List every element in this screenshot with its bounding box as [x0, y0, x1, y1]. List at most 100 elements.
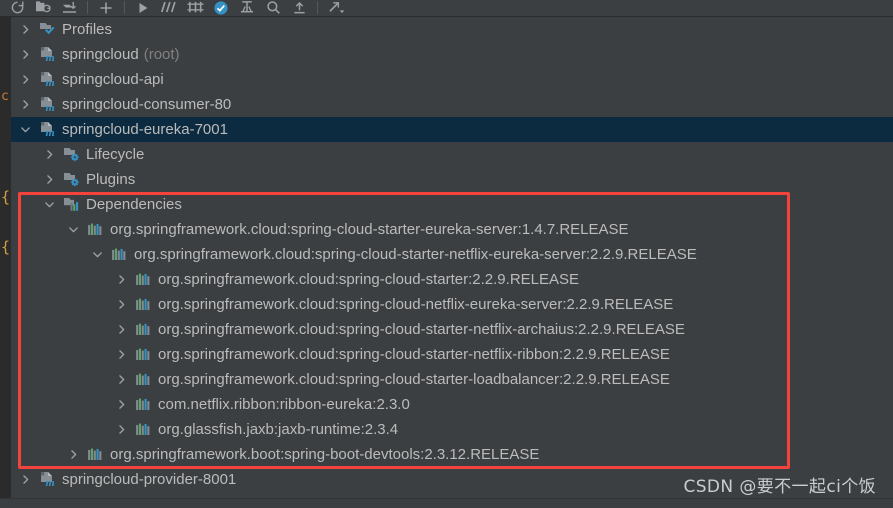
settings-icon[interactable] [323, 0, 349, 16]
tree-row-dep-starter-eureka-server[interactable]: org.springframework.cloud:spring-cloud-s… [11, 217, 893, 242]
tree-row-label: org.springframework.cloud:spring-cloud-s… [158, 271, 580, 288]
dependency-icon [133, 345, 153, 365]
maven-module-icon: m [37, 45, 57, 65]
show-dependencies-icon[interactable] [234, 0, 260, 16]
bottom-strip [0, 498, 893, 508]
svg-text:m: m [45, 104, 55, 113]
dependency-icon [133, 420, 153, 440]
execute-goal-icon[interactable] [182, 0, 208, 16]
maven-projects-panel: c { { Profiles m springcloud (root) m springc… [0, 0, 893, 508]
tree-row-suffix: (root) [143, 46, 180, 63]
tree-row-dep-starter-netflix-ribbon[interactable]: org.springframework.cloud:spring-cloud-s… [11, 342, 893, 367]
chevron-right-icon[interactable] [113, 292, 129, 317]
tree-row-springcloud-api[interactable]: m springcloud-api [11, 67, 893, 92]
tree-row-label: com.netflix.ribbon:ribbon-eureka:2.3.0 [158, 396, 410, 413]
tree-row-dep-netflix-eureka-server[interactable]: org.springframework.cloud:spring-cloud-n… [11, 292, 893, 317]
tree-row-dep-jaxb-runtime[interactable]: org.glassfish.jaxb:jaxb-runtime:2.3.4 [11, 417, 893, 442]
generate-sources-icon[interactable] [30, 0, 56, 16]
chevron-down-icon[interactable] [17, 117, 33, 142]
tree-row-dep-starter-loadbalancer[interactable]: org.springframework.cloud:spring-cloud-s… [11, 367, 893, 392]
svg-text:m: m [45, 129, 55, 138]
svg-text:m: m [45, 79, 55, 88]
chevron-right-icon[interactable] [41, 142, 57, 167]
tree-row-label: org.springframework.cloud:spring-cloud-s… [158, 371, 670, 388]
run-icon[interactable] [130, 0, 156, 16]
maven-toolbar [0, 0, 893, 17]
dependency-icon [133, 370, 153, 390]
dependency-icon [85, 445, 105, 465]
tree-row-label: org.springframework.boot:spring-boot-dev… [110, 446, 540, 463]
chevron-down-icon[interactable] [89, 242, 105, 267]
maven-module-icon: m [37, 95, 57, 115]
chevron-down-icon[interactable] [41, 192, 57, 217]
dependency-icon [85, 220, 105, 240]
maven-module-icon: m [37, 120, 57, 140]
tree-row-dep-starter-netflix-archaius[interactable]: org.springframework.cloud:spring-cloud-s… [11, 317, 893, 342]
chevron-right-icon[interactable] [113, 367, 129, 392]
dependency-icon [133, 270, 153, 290]
chevron-right-icon[interactable] [17, 467, 33, 492]
tree-row-label: springcloud [62, 46, 139, 63]
maven-project-tree[interactable]: Profiles m springcloud (root) m springcloud-a… [11, 17, 893, 508]
sliver-glyph-brace-1: { [1, 188, 11, 206]
tree-row-springcloud-eureka-7001[interactable]: m springcloud-eureka-7001 [11, 117, 893, 142]
tree-row-label: org.springframework.cloud:spring-cloud-s… [158, 346, 670, 363]
lifecycle-folder-icon [61, 145, 81, 165]
chevron-right-icon[interactable] [113, 317, 129, 342]
chevron-right-icon[interactable] [17, 42, 33, 67]
tree-row-plugins[interactable]: Plugins [11, 167, 893, 192]
tree-row-label: springcloud-api [62, 71, 164, 88]
tree-row-label: org.springframework.cloud:spring-cloud-s… [110, 221, 629, 238]
tree-row-dependencies[interactable]: Dependencies [11, 192, 893, 217]
chevron-right-icon[interactable] [65, 442, 81, 467]
csdn-watermark: CSDN @要不一起ci个饭 [683, 477, 876, 497]
toolbar-separator [317, 1, 318, 14]
dependency-icon [133, 295, 153, 315]
dependencies-folder-icon [61, 195, 81, 215]
tree-row-dep-starter-netflix-eureka-server[interactable]: org.springframework.cloud:spring-cloud-s… [11, 242, 893, 267]
tree-row-springcloud-root[interactable]: m springcloud (root) [11, 42, 893, 67]
plugins-folder-icon [61, 170, 81, 190]
download-sources-icon[interactable] [56, 0, 82, 16]
tree-row-label: org.springframework.cloud:spring-cloud-s… [158, 321, 685, 338]
tree-row-label: Lifecycle [86, 146, 145, 163]
tree-row-profiles[interactable]: Profiles [11, 17, 893, 42]
svg-text:m: m [45, 479, 55, 488]
chevron-right-icon[interactable] [17, 67, 33, 92]
tree-row-label: springcloud-provider-8001 [62, 471, 237, 488]
chevron-down-icon[interactable] [65, 217, 81, 242]
maven-module-icon: m [37, 70, 57, 90]
chevron-right-icon[interactable] [41, 167, 57, 192]
tree-row-label: org.glassfish.jaxb:jaxb-runtime:2.3.4 [158, 421, 399, 438]
tree-row-lifecycle[interactable]: Lifecycle [11, 142, 893, 167]
tree-row-springcloud-consumer-80[interactable]: m springcloud-consumer-80 [11, 92, 893, 117]
tree-row-label: springcloud-consumer-80 [62, 96, 232, 113]
skip-tests-icon[interactable] [156, 0, 182, 16]
tree-row-label: Dependencies [86, 196, 182, 213]
offline-mode-icon[interactable] [208, 0, 234, 16]
chevron-right-icon[interactable] [113, 342, 129, 367]
search-icon[interactable] [260, 0, 286, 16]
toolbar-separator [87, 1, 88, 14]
svg-text:m: m [45, 54, 55, 63]
tree-row-dep-ribbon-eureka[interactable]: com.netflix.ribbon:ribbon-eureka:2.3.0 [11, 392, 893, 417]
chevron-right-icon[interactable] [113, 417, 129, 442]
tree-row-label: springcloud-eureka-7001 [62, 121, 228, 138]
tree-row-dep-spring-boot-devtools[interactable]: org.springframework.boot:spring-boot-dev… [11, 442, 893, 467]
tree-row-label: Profiles [62, 21, 113, 38]
chevron-right-icon[interactable] [17, 17, 33, 42]
editor-sliver: c { { [0, 17, 11, 508]
chevron-right-icon[interactable] [17, 92, 33, 117]
collapse-all-icon[interactable] [286, 0, 312, 16]
dependency-icon [133, 320, 153, 340]
tree-row-label: org.springframework.cloud:spring-cloud-n… [158, 296, 674, 313]
chevron-right-icon[interactable] [113, 267, 129, 292]
tree-row-dep-starter[interactable]: org.springframework.cloud:spring-cloud-s… [11, 267, 893, 292]
reimport-icon[interactable] [4, 0, 30, 16]
dependency-icon [133, 395, 153, 415]
sliver-glyph-brace-2: { [1, 238, 11, 256]
profiles-folder-icon [37, 20, 57, 40]
add-icon[interactable] [93, 0, 119, 16]
chevron-right-icon[interactable] [113, 392, 129, 417]
maven-module-icon: m [37, 470, 57, 490]
